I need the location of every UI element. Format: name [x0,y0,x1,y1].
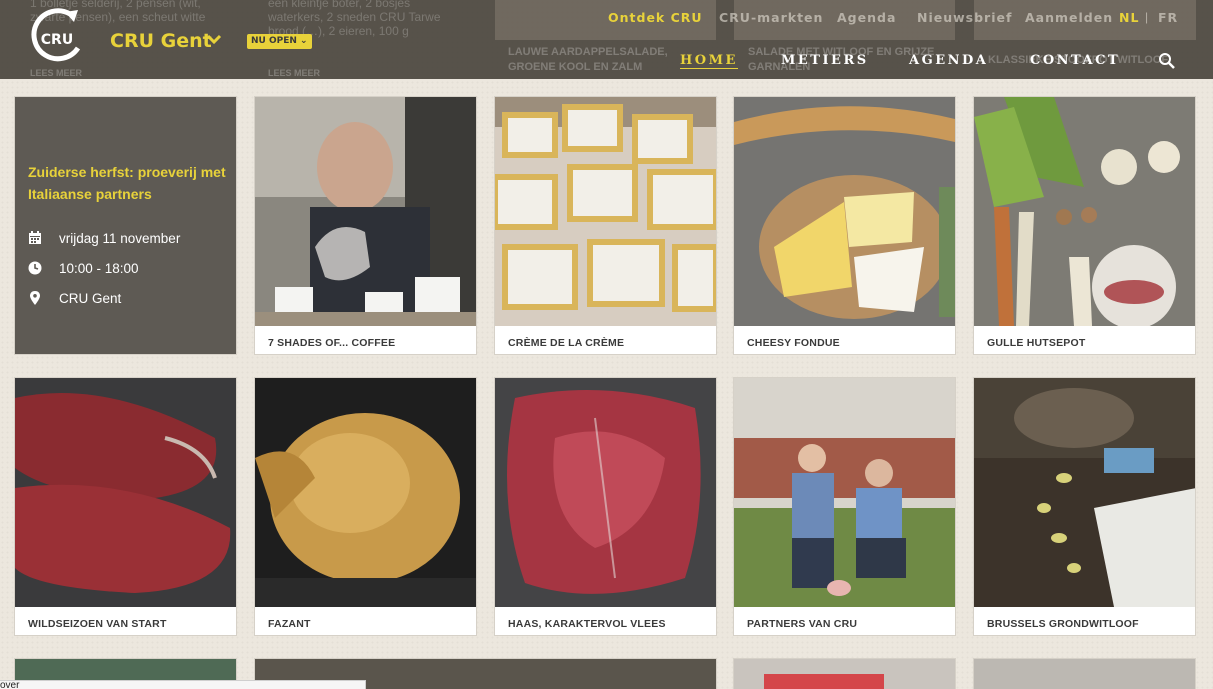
chevron-down-icon: ⌄ [300,36,308,46]
nav-agenda[interactable]: AGENDA [909,53,988,68]
nav-home[interactable]: HOME [680,53,738,69]
event-location: CRU Gent [59,291,122,306]
language-nl[interactable]: NL [1119,10,1139,25]
nav-metiers[interactable]: METIERS [781,53,869,68]
article-card-cheese[interactable]: CHEESY FONDUE [733,96,956,355]
hare-photo[interactable] [495,378,716,607]
svg-text:CRU: CRU [41,32,73,48]
chicory-photo[interactable] [974,378,1195,607]
article-photo[interactable] [974,659,1195,689]
bg-card-title: LAUWE AARDAPPELSALADE, GROENE KOOL EN ZAL… [508,46,668,73]
article-card-label[interactable]: CRÈME DE LA CRÈME [508,337,624,349]
open-status-badge[interactable]: NU OPEN ⌄ [247,34,312,49]
status-bar: over [0,680,366,689]
event-date: vrijdag 11 november [59,231,181,246]
topnav-nieuwsbrief[interactable]: Nieuwsbrief [917,10,1012,25]
vegetables-photo[interactable] [974,97,1195,326]
location-pin-icon [30,291,40,305]
article-card-cream[interactable]: CRÈME DE LA CRÈME [494,96,717,355]
top-navigation: Ontdek CRU CRU-markten Agenda Nieuwsbrie… [0,10,1213,26]
event-card[interactable]: Zuiderse herfst: proeverij met Italiaans… [14,96,237,355]
article-card-coffee[interactable]: 7 SHADES OF... COFFEE [254,96,477,355]
topnav-aanmelden[interactable]: Aanmelden [1025,10,1113,25]
city-selector[interactable]: CRU Gent [110,30,212,52]
nav-contact[interactable]: CONTACT [1030,53,1120,68]
article-card-partial[interactable] [733,658,956,689]
article-card-partial[interactable] [973,658,1196,689]
article-card-hutsepot[interactable]: GULLE HUTSEPOT [973,96,1196,355]
red-object [764,674,884,689]
article-card-partners[interactable]: PARTNERS VAN CRU [733,377,956,636]
article-card-label[interactable]: GULLE HUTSEPOT [987,337,1085,349]
topnav-agenda[interactable]: Agenda [837,10,896,25]
cheese-photo[interactable] [734,97,955,326]
venison-photo[interactable] [15,378,236,607]
site-header: 1 bolletje selderij, 2 pensen (wit, zwart… [0,0,1213,79]
calendar-icon [29,231,41,244]
bg-read-more: LEES MEER [268,68,321,78]
article-card-label[interactable]: WILDSEIZOEN VAN START [28,618,167,630]
article-card-label[interactable]: HAAS, KARAKTERVOL VLEES [508,618,666,630]
event-time: 10:00 - 18:00 [59,261,139,276]
article-card-fazant[interactable]: FAZANT [254,377,477,636]
article-card-haas[interactable]: HAAS, KARAKTERVOL VLEES [494,377,717,636]
article-card-label[interactable]: PARTNERS VAN CRU [747,618,857,630]
clock-icon [28,261,42,275]
topnav-ontdek-cru[interactable]: Ontdek CRU [608,10,703,25]
language-separator: | [1145,10,1149,24]
chevron-down-icon[interactable] [205,33,223,47]
pheasant-photo[interactable] [255,378,476,607]
article-card-wild[interactable]: WILDSEIZOEN VAN START [14,377,237,636]
farmers-photo[interactable] [734,378,955,607]
article-photo[interactable] [734,659,955,689]
event-title[interactable]: Zuiderse herfst: proeverij met Italiaans… [28,161,228,205]
article-card-label[interactable]: 7 SHADES OF... COFFEE [268,337,395,349]
search-icon[interactable] [1158,52,1176,70]
article-card-label[interactable]: FAZANT [268,618,311,630]
bg-read-more: LEES MEER [30,68,83,78]
topnav-cru-markten[interactable]: CRU-markten [719,10,823,25]
language-fr[interactable]: FR [1158,10,1178,25]
article-card-label[interactable]: CHEESY FONDUE [747,337,840,349]
pastry-photo[interactable] [495,97,716,326]
coffee-photo[interactable] [255,97,476,326]
article-card-witloof[interactable]: BRUSSELS GRONDWITLOOF [973,377,1196,636]
article-card-label[interactable]: BRUSSELS GRONDWITLOOF [987,618,1139,630]
